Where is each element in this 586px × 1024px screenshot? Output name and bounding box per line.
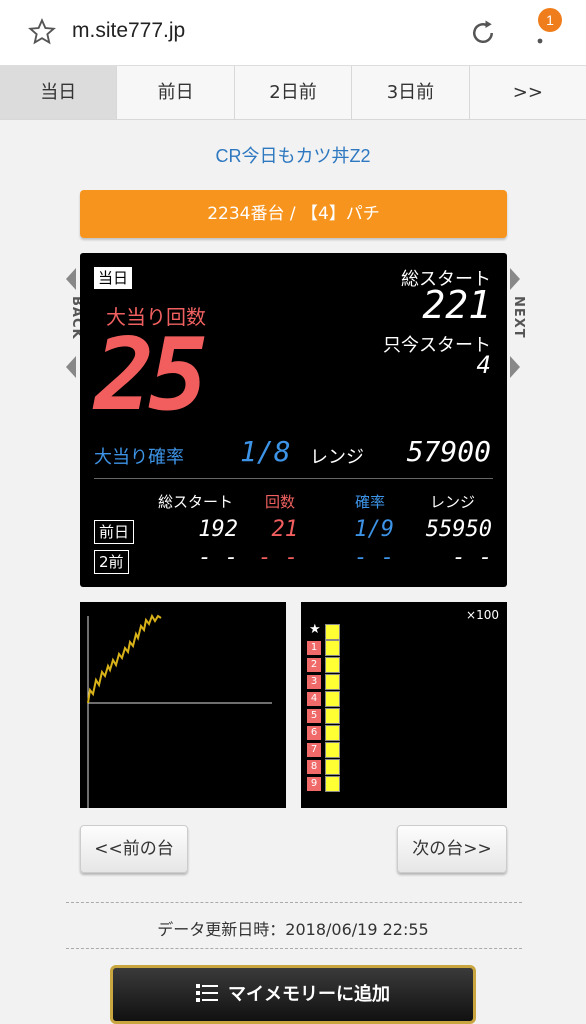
- my-memory-label: マイメモリーに追加: [228, 984, 390, 1005]
- bar-cell: [325, 708, 340, 724]
- day2-total-start: - -: [198, 545, 238, 570]
- day2-count: - -: [258, 545, 298, 570]
- bar-row-number: 5: [307, 709, 321, 723]
- next-nav[interactable]: NEXT: [508, 268, 526, 378]
- jackpot-prob-label: 大当り確率: [94, 447, 184, 468]
- yesterday-total-start: 192: [198, 517, 238, 542]
- next-machine-button[interactable]: 次の台>>: [397, 825, 507, 873]
- divider: [94, 478, 493, 479]
- tab-yesterday[interactable]: 前日: [117, 66, 235, 119]
- graph-line: [87, 613, 162, 704]
- bar-row-number: 7: [307, 743, 321, 757]
- divider-bottom: [66, 948, 522, 949]
- tab-3-days-ago[interactable]: 3日前: [352, 66, 470, 119]
- prev-machine-button[interactable]: <<前の台: [80, 825, 188, 873]
- data-updated-text: データ更新日時：2018/06/19 22:55: [157, 920, 429, 939]
- tab-more[interactable]: >>: [469, 66, 586, 119]
- bar-cell: [325, 640, 340, 656]
- range-label: レンジ: [310, 447, 364, 468]
- row-label-2-days: 2前: [94, 550, 129, 574]
- unit-label-bar: 2234番台 / 【4】パチ: [80, 190, 507, 238]
- slump-graph: [80, 602, 286, 808]
- add-to-my-memory-button[interactable]: マイメモリーに追加: [110, 965, 476, 1024]
- bar-cell: [325, 691, 340, 707]
- current-start-label: 只今スタート: [383, 335, 491, 356]
- bar-row-number: 8: [307, 760, 321, 774]
- jackpot-prob-value: 1/8: [240, 435, 291, 468]
- jackpot-count: 25: [94, 316, 208, 433]
- next-label: NEXT: [511, 296, 526, 339]
- back-nav[interactable]: BACK: [66, 268, 84, 378]
- bar-row-number: 1: [307, 641, 321, 655]
- tab-2-days-ago[interactable]: 2日前: [234, 66, 353, 119]
- reload-icon[interactable]: [468, 18, 498, 48]
- browser-url-bar: m.site777.jp 1: [0, 0, 586, 66]
- bar-cell: [325, 674, 340, 690]
- row-label-yesterday: 前日: [94, 520, 135, 544]
- list-icon: [196, 984, 218, 1002]
- machine-stats-panel: 当日 大当り回数 25 総スタート 221 只今スタート 4 大当り確率 1/8…: [80, 253, 507, 587]
- bar-cell: [325, 742, 340, 758]
- tab-today[interactable]: 当日: [0, 66, 118, 119]
- yesterday-count: 21: [271, 517, 299, 542]
- col-header-prob: 確率: [355, 493, 386, 511]
- bar-cell: [325, 624, 340, 640]
- scale-label: ×100: [466, 608, 499, 622]
- yesterday-prob: 1/9: [354, 517, 394, 542]
- day2-prob: - -: [354, 545, 394, 570]
- col-header-total-start: 総スタート: [158, 493, 234, 511]
- bar-cell: [325, 759, 340, 775]
- bar-row-number: 3: [307, 675, 321, 689]
- bar-row-number: 2: [307, 658, 321, 672]
- bar-row-number: 9: [307, 777, 321, 791]
- bar-row-number: 6: [307, 726, 321, 740]
- bar-row-number: 4: [307, 692, 321, 706]
- bonus-history-bars: ×100 ★ 1 2 3 4 5 6 7 8 9: [301, 602, 507, 808]
- total-start-value: 221: [422, 283, 491, 327]
- today-chip: 当日: [94, 267, 133, 289]
- range-value: 57900: [406, 435, 491, 468]
- yesterday-range: 55950: [425, 517, 492, 542]
- day-tabs: 当日 前日 2日前 3日前 >>: [0, 66, 586, 120]
- current-start-value: 4: [476, 351, 491, 379]
- col-header-count: 回数: [265, 493, 296, 511]
- day2-range: - -: [452, 545, 492, 570]
- star-mark-icon: ★: [309, 622, 321, 637]
- bar-cell: [325, 725, 340, 741]
- bar-cell: [325, 657, 340, 673]
- col-header-range: レンジ: [430, 493, 476, 511]
- notification-badge: 1: [538, 8, 562, 32]
- bar-cell: [325, 776, 340, 792]
- bookmark-star-icon[interactable]: [28, 18, 56, 46]
- divider-top: [66, 902, 522, 903]
- url-text[interactable]: m.site777.jp: [72, 19, 185, 43]
- machine-name-link[interactable]: CR今日もカツ丼Z2: [0, 142, 586, 168]
